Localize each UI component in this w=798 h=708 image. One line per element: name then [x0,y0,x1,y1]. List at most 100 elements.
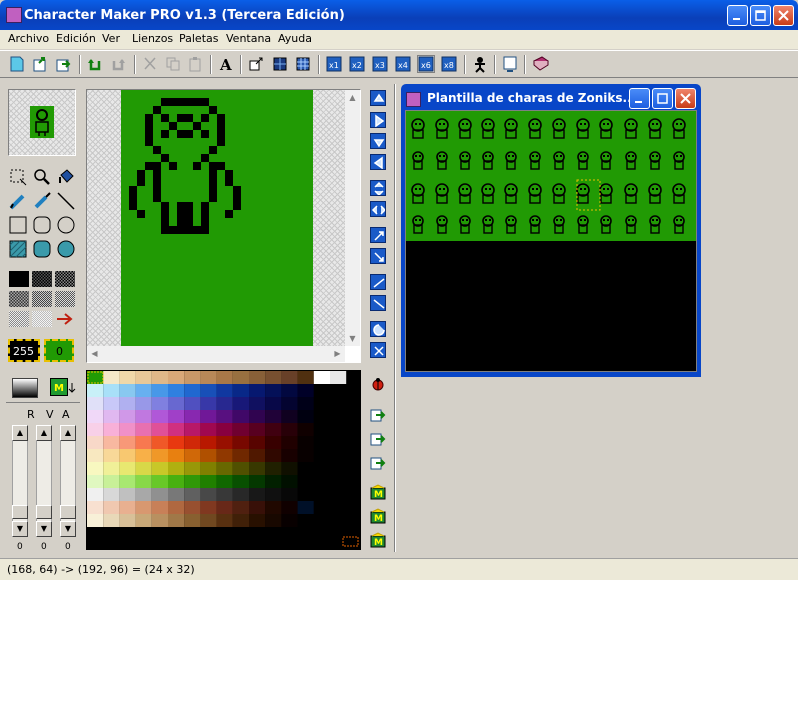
palette-color[interactable] [249,501,266,514]
sheet-character[interactable] [649,215,661,234]
maximize-button[interactable] [750,5,771,26]
palette-color[interactable] [135,384,152,397]
palette-color[interactable] [87,475,104,488]
pattern-lighter[interactable] [9,311,29,327]
palette-color[interactable] [119,514,136,527]
palette-color[interactable] [168,475,185,488]
arrow-right-icon[interactable] [55,311,75,327]
minimize-button[interactable] [727,5,748,26]
palette-color[interactable] [249,410,266,423]
palette-color[interactable] [184,371,201,384]
palette-color[interactable] [330,436,347,449]
sheet-character[interactable] [599,118,613,139]
palette-color[interactable] [119,449,136,462]
palette-color[interactable] [232,410,249,423]
palette-color[interactable] [265,501,282,514]
sheet-character[interactable] [504,118,518,139]
palette-color[interactable] [87,384,104,397]
palette-m-icon[interactable]: M [370,484,386,500]
palette-color[interactable] [119,410,136,423]
palette-color[interactable] [297,501,314,514]
palette-color[interactable] [265,384,282,397]
palette-color[interactable] [330,423,347,436]
palette-color[interactable] [168,410,185,423]
sheet-character[interactable] [529,151,541,170]
secondary-color-swatch[interactable]: 0 [44,339,74,362]
palette-color[interactable] [216,384,233,397]
mirror-icon[interactable] [370,274,386,290]
palette-color[interactable] [216,397,233,410]
palette-color[interactable] [313,449,330,462]
sheet-character[interactable] [552,183,566,204]
palette-color[interactable] [265,475,282,488]
menu-archivo[interactable]: Archivo [8,32,49,45]
rectangle-tool[interactable] [8,215,28,235]
palette-color[interactable] [168,462,185,475]
palette-color[interactable] [216,410,233,423]
pattern-light[interactable] [55,291,75,307]
palette-color[interactable] [168,436,185,449]
sheet-character[interactable] [505,215,517,234]
palette-color[interactable] [87,449,104,462]
slider-red-up[interactable]: ▲ [12,425,28,441]
grid-fine-icon[interactable] [294,55,312,73]
palette-color[interactable] [281,449,298,462]
undo-icon[interactable] [86,55,104,73]
move-icon[interactable] [248,55,266,73]
palette-color[interactable] [313,410,330,423]
sheet-character[interactable] [672,183,686,204]
palette-color[interactable] [297,397,314,410]
palette-color[interactable] [200,371,217,384]
palette-color[interactable] [151,462,168,475]
slider-green-up[interactable]: ▲ [36,425,52,441]
palette-color[interactable] [184,436,201,449]
palette-color[interactable] [330,384,347,397]
palette-color[interactable] [184,397,201,410]
palette-color[interactable] [200,462,217,475]
palette-color[interactable] [297,436,314,449]
palette-color[interactable] [184,514,201,527]
palette-color[interactable] [216,514,233,527]
rotate-right-icon[interactable] [370,227,386,243]
palette-color[interactable] [265,449,282,462]
palette-color[interactable] [103,462,120,475]
sheet-character[interactable] [672,118,686,139]
sheet-character[interactable] [482,151,494,170]
pattern-solid[interactable] [9,271,29,287]
palette-color[interactable] [135,475,152,488]
palette-color[interactable] [135,410,152,423]
preview-icon[interactable] [501,55,519,73]
shift-right-icon[interactable] [370,112,386,128]
ellipse-tool[interactable] [56,215,76,235]
palette-color[interactable] [232,423,249,436]
palette-color[interactable] [297,488,314,501]
palette-color[interactable] [168,397,185,410]
sheet-character[interactable] [435,183,449,204]
palette-color[interactable] [119,397,136,410]
zoom-x1-icon[interactable]: x1 [325,55,343,73]
primary-color-swatch[interactable]: 255 [8,339,40,362]
palette-color[interactable] [135,449,152,462]
character-icon[interactable] [471,55,489,73]
sheet-character[interactable] [412,151,424,170]
cut-icon[interactable] [141,55,159,73]
palette-color[interactable] [200,475,217,488]
ladybug-icon[interactable] [370,376,386,392]
palette-color[interactable] [249,436,266,449]
gradient-icon[interactable] [12,378,38,398]
sheet-character[interactable] [624,118,638,139]
palette-color[interactable] [200,423,217,436]
palette-color[interactable] [216,462,233,475]
palette-color[interactable] [135,423,152,436]
shift-down-icon[interactable] [370,133,386,149]
palette-color[interactable] [87,371,104,384]
sheet-character[interactable] [553,215,565,234]
palette-color[interactable] [249,371,266,384]
slider-blue-up[interactable]: ▲ [60,425,76,441]
palette-color[interactable] [330,449,347,462]
sheet-character[interactable] [436,151,448,170]
child-minimize-button[interactable] [629,88,650,109]
palette-color[interactable] [265,436,282,449]
menu-ayuda[interactable]: Ayuda [278,32,312,45]
sheet-character[interactable] [577,151,589,170]
